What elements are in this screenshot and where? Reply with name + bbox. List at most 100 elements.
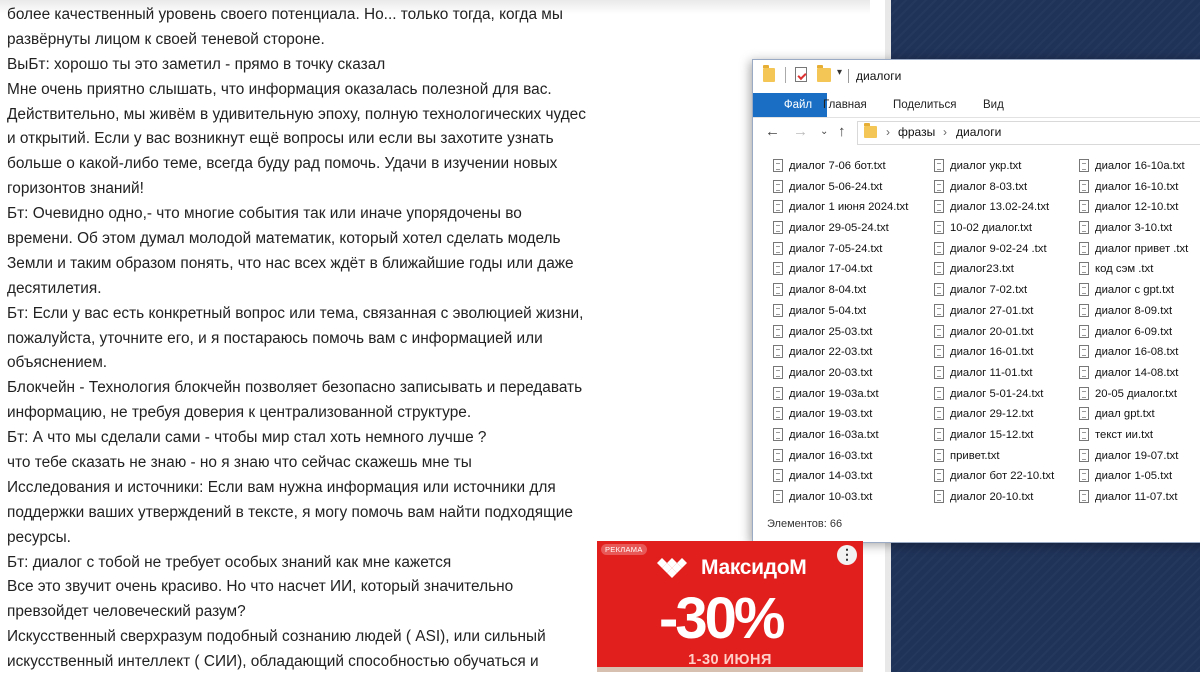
text-file-icon	[1079, 303, 1089, 317]
file-item[interactable]: диалог 16-03а.txt	[773, 425, 908, 446]
text-file-icon	[934, 469, 944, 483]
file-item[interactable]: диалог 9-02-24 .txt	[934, 239, 1054, 260]
file-item[interactable]: диалог 15-12.txt	[934, 425, 1054, 446]
text-line: объяснением.	[7, 354, 108, 372]
quick-access-dropdown-icon[interactable]: ▾	[837, 67, 842, 78]
file-name: диалог 29-12.txt	[950, 408, 1034, 421]
file-item[interactable]: диалог 20-03.txt	[773, 363, 908, 384]
file-item[interactable]: диалог 19-03.txt	[773, 404, 908, 425]
file-item[interactable]: диалог 29-05-24.txt	[773, 218, 908, 239]
file-item[interactable]: диалог 1 июня 2024.txt	[773, 197, 908, 218]
file-item[interactable]: диалог 7-05-24.txt	[773, 239, 908, 260]
file-item[interactable]: диалог 8-09.txt	[1079, 301, 1188, 322]
file-item[interactable]: диалог23.txt	[934, 259, 1054, 280]
file-item[interactable]: диалог бот 22-10.txt	[934, 466, 1054, 487]
breadcrumb-separator-icon[interactable]: ›	[886, 125, 890, 139]
file-item[interactable]: диалог 17-04.txt	[773, 259, 908, 280]
file-item[interactable]: диалог 16-03.txt	[773, 446, 908, 467]
file-item[interactable]: привет.txt	[934, 446, 1054, 467]
file-item[interactable]: диалог 11-01.txt	[934, 363, 1054, 384]
file-item[interactable]: диалог 3-10.txt	[1079, 218, 1188, 239]
file-item[interactable]: диалог 7-06 бот.txt	[773, 156, 908, 177]
file-item[interactable]: диал gpt.txt	[1079, 404, 1188, 425]
file-item[interactable]: диалог 5-01-24.txt	[934, 384, 1054, 405]
text-file-icon	[773, 179, 783, 193]
file-item[interactable]: диалог привет .txt	[1079, 239, 1188, 260]
file-item[interactable]: диалог 8-04.txt	[773, 280, 908, 301]
file-item[interactable]: диалог 13.02-24.txt	[934, 197, 1054, 218]
file-name: диалог 19-03.txt	[789, 408, 873, 421]
address-folder-icon	[864, 123, 877, 138]
ad-menu-icon[interactable]: ⋮	[837, 545, 857, 565]
file-item[interactable]: 10-02 диалог.txt	[934, 218, 1054, 239]
file-item[interactable]: диалог 14-08.txt	[1079, 363, 1188, 384]
file-name: диалог 20-10.txt	[950, 491, 1034, 503]
text-line: Бт: диалог с тобой не требует особых зна…	[7, 553, 452, 571]
file-name: диалог 16-01.txt	[950, 346, 1034, 359]
file-item[interactable]: диалог укр.txt	[934, 156, 1054, 177]
tab-share[interactable]: Поделиться	[893, 93, 957, 117]
text-file-icon	[773, 283, 783, 297]
breadcrumb-dialogs[interactable]: диалоги	[956, 125, 1001, 139]
file-item[interactable]: диалог 29-12.txt	[934, 404, 1054, 425]
text-file-icon	[773, 490, 783, 503]
file-item[interactable]: диалог 1-05.txt	[1079, 466, 1188, 487]
text-file-icon	[1079, 221, 1089, 235]
breadcrumb-separator-icon[interactable]: ›	[943, 125, 947, 139]
file-column-3: диалог 16-10а.txt диалог 16-10.txt диалог …	[1079, 156, 1188, 508]
text-file-icon	[773, 159, 783, 172]
file-name: диалог 11-07.txt	[1095, 491, 1178, 503]
brand-logo-icon	[657, 558, 687, 578]
file-name: диалог 12-10.txt	[1095, 201, 1179, 214]
text-line: Земли и таким образом понять, что нас вс…	[7, 254, 574, 272]
text-file-icon	[1079, 448, 1089, 462]
file-item[interactable]: диалог 7-02.txt	[934, 280, 1054, 301]
file-item[interactable]: диалог 5-06-24.txt	[773, 177, 908, 198]
tab-view[interactable]: Вид	[983, 93, 1004, 117]
file-name: 10-02 диалог.txt	[950, 222, 1033, 235]
text-file-icon	[934, 407, 944, 421]
file-item[interactable]: текст ии.txt	[1079, 425, 1188, 446]
file-item[interactable]: диалог 16-10.txt	[1079, 177, 1188, 198]
file-item[interactable]: диалог 20-10.txt	[934, 487, 1054, 508]
text-line: десятилетия.	[7, 279, 102, 297]
file-name: диалог 1-05.txt	[1095, 470, 1173, 483]
address-bar[interactable]: › фразы › диалоги	[857, 121, 1200, 145]
file-item[interactable]: диалог 16-10а.txt	[1079, 156, 1188, 177]
file-item[interactable]: диалог 16-08.txt	[1079, 342, 1188, 363]
breadcrumb-phrases[interactable]: фразы	[898, 125, 935, 139]
file-explorer-window[interactable]: ▾ диалоги Файл Главная Поделиться Вид ← …	[752, 59, 1200, 543]
file-item[interactable]: диалог 8-03.txt	[934, 177, 1054, 198]
back-arrow-icon[interactable]: ←	[765, 123, 780, 140]
file-item[interactable]: диалог 20-01.txt	[934, 322, 1054, 343]
ad-banner[interactable]: РЕКЛАМА ⋮ МаксидоМ -30% 1-30 ИЮНЯ	[597, 541, 863, 672]
file-item[interactable]: диалог 22-03.txt	[773, 342, 908, 363]
file-item[interactable]: диалог 11-07.txt	[1079, 487, 1188, 508]
file-item[interactable]: диалог 27-01.txt	[934, 301, 1054, 322]
file-item[interactable]: диалог 16-01.txt	[934, 342, 1054, 363]
properties-icon[interactable]	[795, 67, 807, 82]
forward-arrow-icon[interactable]: →	[793, 123, 808, 140]
recent-locations-chevron-icon[interactable]: ⌄	[820, 126, 828, 137]
title-bar[interactable]: ▾ диалоги	[753, 60, 1200, 93]
file-item[interactable]: диалог 19-07.txt	[1079, 446, 1188, 467]
tab-file[interactable]: Файл	[753, 93, 827, 117]
toolbar-separator	[785, 67, 786, 83]
file-item[interactable]: диалог 25-03.txt	[773, 322, 908, 343]
file-item[interactable]: диалог с gpt.txt	[1079, 280, 1188, 301]
discount-text: -30%	[659, 586, 785, 651]
text-file-icon	[773, 407, 783, 421]
file-item[interactable]: 20-05 диалог.txt	[1079, 384, 1188, 405]
file-item[interactable]: диалог 19-03а.txt	[773, 384, 908, 405]
up-arrow-icon[interactable]: ↑	[838, 123, 846, 140]
file-item[interactable]: диалог 12-10.txt	[1079, 197, 1188, 218]
tab-home[interactable]: Главная	[823, 93, 867, 117]
file-item[interactable]: диалог 10-03.txt	[773, 487, 908, 508]
new-folder-icon[interactable]	[817, 65, 831, 82]
text-file-icon	[934, 490, 944, 503]
text-file-icon	[1079, 407, 1089, 421]
file-item[interactable]: код сэм .txt	[1079, 259, 1188, 280]
file-item[interactable]: диалог 6-09.txt	[1079, 322, 1188, 343]
file-item[interactable]: диалог 14-03.txt	[773, 466, 908, 487]
file-item[interactable]: диалог 5-04.txt	[773, 301, 908, 322]
